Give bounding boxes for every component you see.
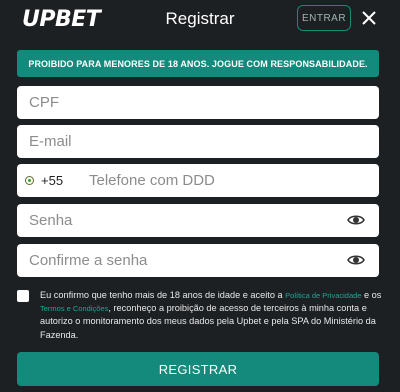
- close-icon[interactable]: [360, 9, 378, 27]
- confirm-password-input[interactable]: [29, 244, 329, 277]
- eye-icon[interactable]: [347, 252, 365, 268]
- terms-text: Eu confirmo que tenho mais de 18 anos de…: [40, 289, 385, 342]
- phone-input[interactable]: [89, 164, 359, 197]
- email-input[interactable]: [29, 125, 329, 158]
- dial-code[interactable]: +55: [41, 173, 63, 188]
- header: UPBET Registrar ENTRAR: [0, 0, 400, 38]
- terms-text-part: Eu confirmo que tenho mais de 18 anos de…: [40, 290, 286, 300]
- cpf-input[interactable]: [29, 86, 329, 119]
- privacy-policy-link[interactable]: Política de Privacidade: [285, 291, 361, 300]
- register-button[interactable]: REGISTRAR: [17, 352, 379, 386]
- confirm-password-field: [17, 244, 379, 277]
- password-field: [17, 204, 379, 237]
- eye-icon[interactable]: [347, 212, 365, 228]
- age-warning-banner: PROIBIDO PARA MENORES DE 18 ANOS. JOGUE …: [17, 50, 379, 77]
- cpf-field: [17, 86, 379, 119]
- terms-text-part: e os: [361, 290, 382, 300]
- brazil-flag-icon[interactable]: [25, 176, 34, 185]
- password-input[interactable]: [29, 204, 329, 237]
- enter-button[interactable]: ENTRAR: [297, 5, 351, 31]
- phone-field: +55: [17, 164, 379, 197]
- email-field: [17, 125, 379, 158]
- terms-checkbox[interactable]: [17, 290, 29, 302]
- terms-conditions-link[interactable]: Termos e Condições: [40, 304, 108, 313]
